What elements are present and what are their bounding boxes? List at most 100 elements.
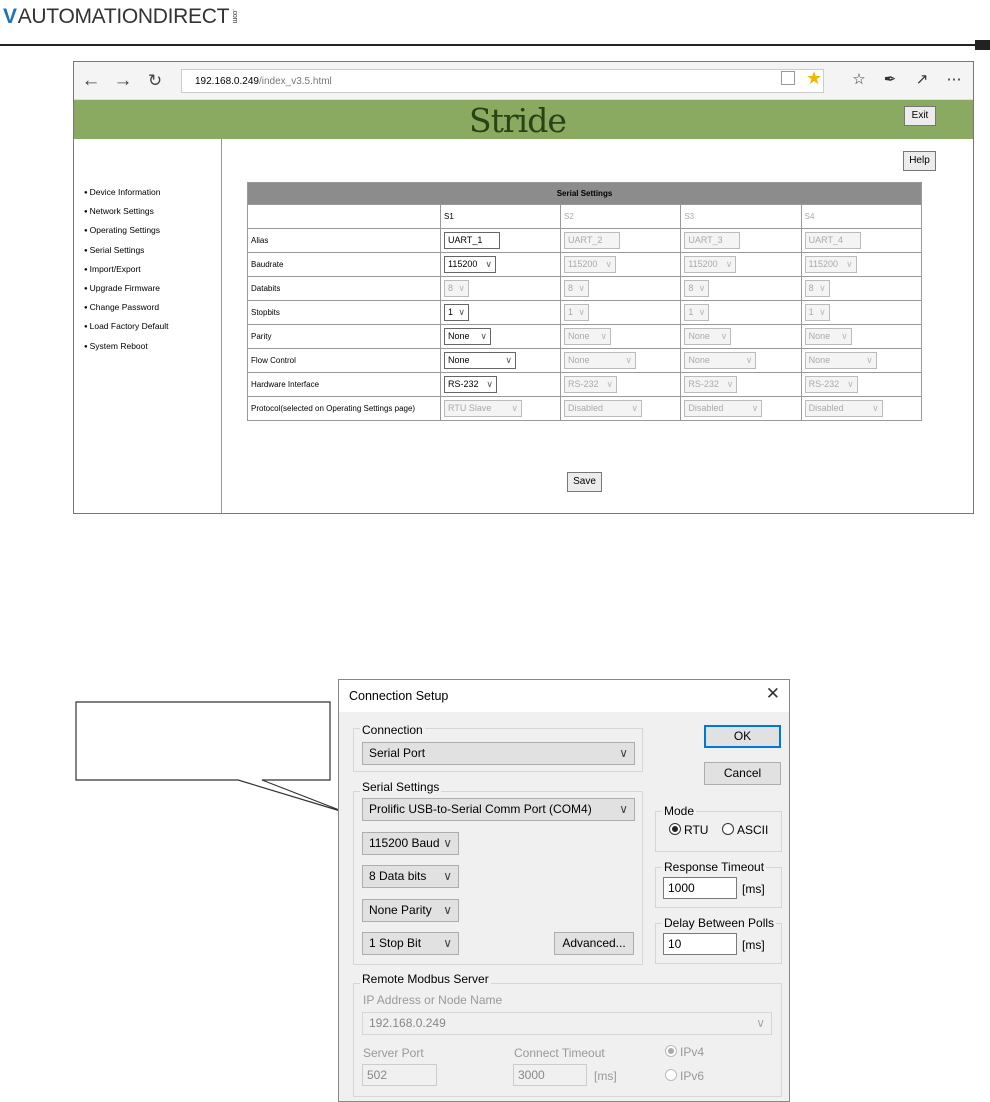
- sidebar-item-device-information[interactable]: Device Information: [84, 184, 221, 203]
- response-timeout-label: Response Timeout: [662, 860, 767, 874]
- url-host: 192.168.0.249: [195, 76, 259, 87]
- server-port-label: Server Port: [363, 1046, 424, 1060]
- mode-rtu-radio[interactable]: RTU: [669, 823, 708, 837]
- exit-button[interactable]: Exit: [904, 106, 936, 126]
- address-bar[interactable]: 192.168.0.249/index_v3.5.html: [181, 69, 824, 93]
- stop-bit-select[interactable]: 1 Stop Bit: [362, 932, 459, 955]
- flow-control-select-s1[interactable]: None: [444, 352, 516, 369]
- favorite-star-icon[interactable]: ★: [806, 68, 822, 89]
- parity-select-s1[interactable]: None: [444, 328, 491, 345]
- browser-toolbar: ← → ↻ 192.168.0.249/index_v3.5.html ★ ☆ …: [74, 62, 973, 100]
- sidebar-item-serial-settings[interactable]: Serial Settings: [84, 242, 221, 261]
- row-label: Protocol(selected on Operating Settings …: [247, 396, 441, 421]
- hardware-interface-select-s1[interactable]: RS-232: [444, 376, 497, 393]
- favorites-list-icon[interactable]: ☆: [849, 70, 869, 88]
- alias-input-s3: UART_3: [684, 232, 741, 249]
- baudrate-select-s1[interactable]: 115200: [444, 256, 496, 273]
- radio-unselected-icon: [665, 1069, 677, 1081]
- sidebar-item-load-factory-default[interactable]: Load Factory Default: [84, 318, 221, 337]
- mode-group-label: Mode: [662, 804, 697, 818]
- share-icon[interactable]: ↗: [912, 70, 932, 88]
- connection-select[interactable]: Serial Port: [362, 742, 635, 765]
- connect-timeout-input: 3000: [513, 1064, 587, 1086]
- ip-address-label: IP Address or Node Name: [363, 993, 503, 1007]
- forward-arrow-icon[interactable]: →: [112, 69, 134, 93]
- ok-button[interactable]: OK: [704, 725, 781, 748]
- alias-input-s1[interactable]: UART_1: [444, 232, 500, 249]
- protocol-select-s2: Disabled: [564, 400, 642, 417]
- remote-modbus-server-label: Remote Modbus Server: [360, 972, 491, 986]
- sidebar-item-operating-settings[interactable]: Operating Settings: [84, 222, 221, 241]
- sidebar-item-system-reboot[interactable]: System Reboot: [84, 338, 221, 357]
- column-header: S3: [680, 204, 802, 229]
- sidebar-item-import-export[interactable]: Import/Export: [84, 261, 221, 280]
- flow-control-select-s4: None: [804, 352, 877, 369]
- mode-ascii-label: ASCII: [737, 823, 769, 837]
- cancel-button[interactable]: Cancel: [704, 762, 781, 785]
- row-label: Alias: [247, 228, 441, 253]
- alias-input-s2: UART_2: [564, 232, 620, 249]
- serial-port-select[interactable]: Prolific USB-to-Serial Comm Port (COM4): [362, 798, 635, 821]
- baud-select[interactable]: 115200 Baud: [362, 832, 459, 855]
- help-button[interactable]: Help: [903, 151, 936, 171]
- logo-suffix: .com: [231, 9, 239, 23]
- response-timeout-unit: [ms]: [742, 882, 765, 896]
- delay-between-polls-label: Delay Between Polls: [662, 916, 777, 930]
- row-label: Flow Control: [247, 348, 441, 373]
- serial-settings-table: Serial Settings S1 S2 S3 S4 Alias UART_1…: [247, 182, 923, 421]
- mode-ascii-radio[interactable]: ASCII: [722, 823, 768, 837]
- row-label: Baudrate: [247, 252, 441, 277]
- header-rule: [0, 44, 975, 46]
- table-header-empty: [247, 204, 441, 229]
- ipv4-radio: IPv4: [665, 1045, 704, 1059]
- sidebar-item-upgrade-firmware[interactable]: Upgrade Firmware: [84, 280, 221, 299]
- delay-between-polls-unit: [ms]: [742, 938, 765, 952]
- callout-shape: [75, 701, 348, 814]
- stopbits-select-s3: 1: [684, 304, 710, 321]
- databits-select-s4: 8: [804, 280, 830, 297]
- hardware-interface-select-s2: RS-232: [564, 376, 617, 393]
- mode-rtu-label: RTU: [684, 823, 709, 837]
- dialog-title-bar: Connection Setup: [339, 680, 789, 712]
- data-bits-select[interactable]: 8 Data bits: [362, 865, 459, 888]
- stopbits-select-s1[interactable]: 1: [444, 304, 469, 321]
- save-button[interactable]: Save: [567, 472, 602, 492]
- row-label: Stopbits: [247, 300, 441, 325]
- sidebar-item-network-settings[interactable]: Network Settings: [84, 203, 221, 222]
- parity-select-s4: None: [804, 328, 852, 345]
- more-icon[interactable]: ⋯: [944, 70, 964, 88]
- response-timeout-input[interactable]: 1000: [663, 877, 737, 899]
- protocol-select-s1: RTU Slave: [444, 400, 522, 417]
- callout-box: [75, 701, 348, 814]
- url-path: /index_v3.5.html: [258, 76, 332, 87]
- stopbits-select-s4: 1: [804, 304, 830, 321]
- protocol-select-s3: Disabled: [684, 400, 763, 417]
- databits-select-s2: 8: [564, 280, 589, 297]
- notes-pen-icon[interactable]: ✒: [880, 70, 900, 88]
- close-icon[interactable]: ✕: [766, 684, 780, 704]
- radio-unselected-icon: [722, 823, 734, 835]
- parity-select-s2: None: [564, 328, 611, 345]
- baudrate-select-s3: 115200: [684, 256, 737, 273]
- connect-timeout-label: Connect Timeout: [514, 1046, 605, 1060]
- flow-control-select-s3: None: [684, 352, 757, 369]
- column-header: S2: [559, 204, 682, 229]
- column-header: S1: [440, 204, 561, 229]
- protocol-select-s4: Disabled: [804, 400, 883, 417]
- logo-brand-text: AUTOMATIONDIRECT: [17, 5, 230, 28]
- reading-view-icon[interactable]: [781, 71, 795, 85]
- ipv4-label: IPv4: [680, 1045, 705, 1059]
- refresh-icon[interactable]: ↻: [144, 69, 166, 93]
- hardware-interface-select-s3: RS-232: [684, 376, 738, 393]
- stride-brand-text: Stride: [469, 101, 567, 140]
- browser-window: ← → ↻ 192.168.0.249/index_v3.5.html ★ ☆ …: [73, 61, 974, 514]
- sidebar-item-change-password[interactable]: Change Password: [84, 299, 221, 318]
- advanced-button[interactable]: Advanced...: [554, 932, 634, 955]
- parity-select[interactable]: None Parity: [362, 899, 459, 922]
- back-arrow-icon[interactable]: ←: [80, 69, 102, 93]
- serial-settings-group-label: Serial Settings: [360, 780, 442, 794]
- delay-between-polls-input[interactable]: 10: [663, 933, 737, 955]
- parity-select-s3: None: [684, 328, 732, 345]
- hardware-interface-select-s4: RS-232: [804, 376, 858, 393]
- databits-select-s3: 8: [684, 280, 710, 297]
